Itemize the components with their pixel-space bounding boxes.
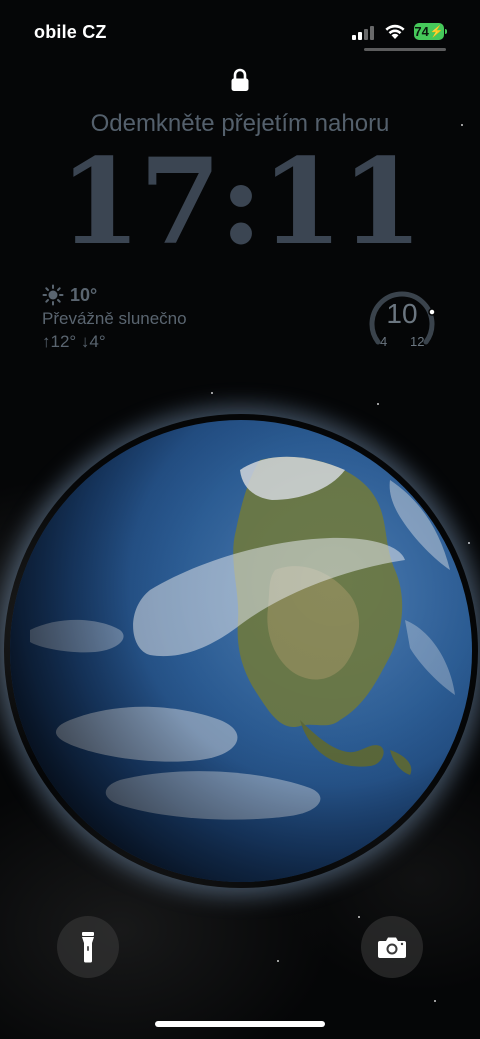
status-bar: obile CZ 74 ⚡	[0, 0, 480, 60]
home-indicator[interactable]	[155, 1021, 325, 1027]
clock-time: 17:11	[59, 132, 423, 271]
wifi-icon	[385, 24, 405, 39]
battery-tip	[445, 29, 447, 34]
star	[277, 960, 279, 962]
flashlight-button[interactable]	[57, 916, 119, 978]
gauge-current: 10	[386, 298, 418, 329]
flashlight-icon	[82, 932, 94, 963]
signal-bars-icon	[352, 26, 374, 40]
earth-globe	[10, 420, 472, 882]
battery-indicator: 74 ⚡	[414, 23, 444, 40]
camera-button[interactable]	[361, 916, 423, 978]
weather-current-row: 10°	[42, 284, 302, 306]
star	[434, 1000, 436, 1002]
weather-condition: Převážně slunečno	[42, 309, 187, 328]
lock-icon	[231, 68, 249, 91]
camera-icon	[378, 937, 406, 958]
gauge-min: 4	[380, 334, 388, 349]
carrier-name: obile CZ	[34, 22, 107, 42]
weather-widget[interactable]: 10° Převážně slunečno ↑12° ↓4°	[42, 284, 302, 354]
control-center-hint[interactable]	[364, 48, 446, 51]
temperature-gauge-widget[interactable]: 10 4 12	[364, 282, 440, 352]
gauge-max: 12	[410, 334, 425, 349]
weather-temperature: 10°	[70, 284, 98, 305]
star	[358, 916, 360, 918]
charging-bolt-icon: ⚡	[429, 26, 444, 38]
earth-surface	[10, 420, 472, 882]
sun-icon	[42, 284, 64, 306]
weather-high-low: ↑12° ↓4°	[42, 332, 106, 351]
battery-level: 74	[414, 24, 429, 39]
star	[377, 403, 379, 405]
star	[211, 392, 213, 394]
